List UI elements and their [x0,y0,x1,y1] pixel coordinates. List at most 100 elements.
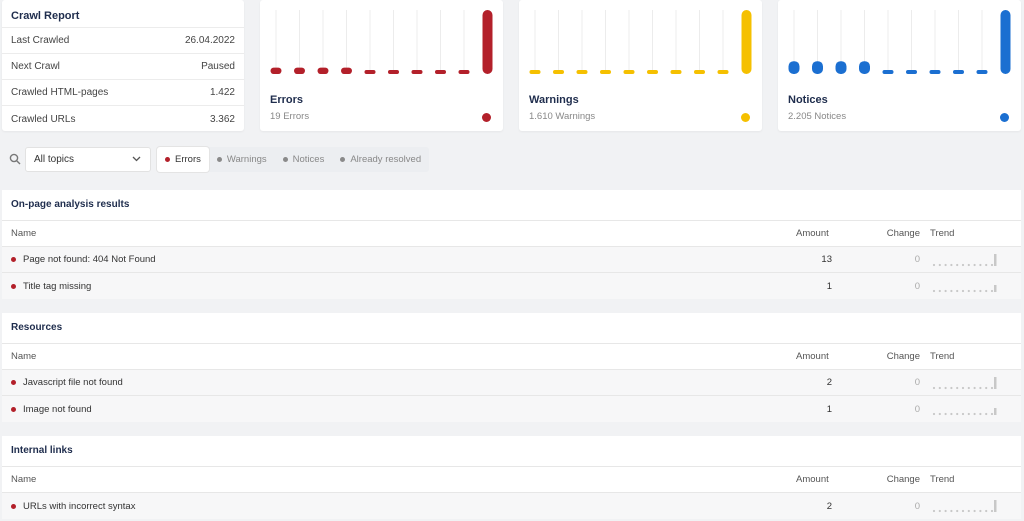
trend-dot [985,289,988,293]
warnings-card[interactable]: Warnings 1.610 Warnings [519,0,762,131]
header-amount[interactable]: Amount [772,228,832,239]
trend-bar [994,376,997,389]
crawl-report-card: Crawl Report Last Crawled 26.04.2022 Nex… [2,0,244,131]
errors-color-dot [482,113,491,122]
table-header: Name Amount Change Trend [2,467,1021,493]
sparkline-bar [435,70,446,74]
crawl-row-value: 26.04.2022 [184,35,235,46]
row-change: 0 [914,377,920,388]
table-header: Name Amount Change Trend [2,344,1021,370]
warnings-card-title: Warnings [529,94,579,106]
trend-dot [990,289,994,293]
crawl-report-title: Crawl Report [2,0,244,28]
trend-dot [961,412,965,416]
notices-card-title: Notices [788,94,828,106]
trend-dot [985,263,988,266]
trend-dot [944,289,947,293]
header-amount[interactable]: Amount [772,351,832,362]
filter-errors[interactable]: Errors [157,147,209,172]
warnings-color-dot [741,113,750,122]
filter-notices[interactable]: Notices [275,147,333,172]
notices-color-dot [1000,113,1009,122]
trend-dot [938,386,941,389]
header-change[interactable]: Change [832,228,920,239]
error-dot [11,257,16,262]
filter-dot [216,157,222,162]
table-row[interactable]: Page not found: 404 Not Found 13 0 [2,247,1021,273]
sparkline-bar [882,70,894,74]
trend-dot [961,386,965,389]
trend-dot [944,263,947,266]
trend-dot [938,412,941,416]
sparkline-bar [788,61,800,74]
error-dot [11,406,16,412]
filter-warnings[interactable]: Warnings [209,147,275,172]
section-title: On-page analysis results [2,190,1021,221]
trend-dot [950,386,953,389]
trend-bar [994,285,997,292]
trend-dot [985,386,988,389]
trend-dot [956,289,959,293]
section-internal-links: Internal links Name Amount Change Trend … [2,436,1021,519]
warnings-card-count: 1.610 Warnings [529,111,596,122]
trend-dot [932,289,936,293]
header-name[interactable]: Name [2,474,772,485]
table-row[interactable]: URLs with incorrect syntax 2 0 [2,493,1021,519]
trend-dot [990,263,994,266]
trend-dot [932,263,936,266]
table-row[interactable]: Javascript file not found 2 0 [2,370,1021,396]
trend-dot [932,412,936,416]
header-name[interactable]: Name [2,351,772,362]
sparkline-bar [623,70,635,74]
filter-label: Notices [292,154,325,165]
trend-dot [973,386,976,389]
trend-bar [994,253,997,266]
header-change[interactable]: Change [832,474,920,485]
crawl-row-urls: Crawled URLs 3.362 [2,106,244,132]
row-name-cell: Image not found [2,404,772,415]
crawl-row-value: 1.422 [209,87,235,98]
trend-dot [979,386,982,389]
error-dot [11,283,16,289]
search-icon[interactable] [9,153,21,165]
header-name[interactable]: Name [2,228,772,239]
row-change: 0 [914,280,920,292]
trend-dot [950,263,953,266]
sparkline-bar [270,67,282,74]
trend-dot [961,263,965,266]
sparkline-bar [906,70,917,74]
crawl-row-html-pages: Crawled HTML-pages 1.422 [2,80,244,106]
row-change: 0 [914,254,920,265]
trend-dot [961,289,965,293]
errors-card-title: Errors [270,94,304,106]
table-header: Name Amount Change Trend [2,221,1021,247]
header-trend: Trend [930,228,955,239]
sparkline-bar [1000,10,1011,74]
trend-dot [990,509,994,513]
errors-card[interactable]: Errors 19 Errors [260,0,503,131]
trend-dot [990,412,994,416]
trend-dot [967,509,970,513]
filter-already-resolved[interactable]: Already resolved [332,147,429,172]
trend-bar [994,408,997,415]
row-amount: 13 [821,254,832,265]
trend-dot [944,386,947,389]
sparkline-bar [670,70,682,74]
row-name: Title tag missing [23,280,92,292]
sparkline-bar [741,10,752,74]
trend-dot [938,289,941,293]
table-row[interactable]: Image not found 1 0 [2,396,1021,422]
header-trend: Trend [930,351,955,362]
topic-select[interactable]: All topics [25,147,151,172]
header-change[interactable]: Change [832,351,920,362]
filter-dot [165,157,170,162]
notices-card[interactable]: Notices 2.205 Notices [778,0,1021,131]
trend-dot [985,412,988,416]
sparkline-bar [411,70,423,74]
header-amount[interactable]: Amount [772,474,832,485]
table-row[interactable]: Title tag missing 1 0 [2,273,1021,299]
trend-dot [985,509,988,513]
trend-dot [973,412,976,416]
header-trend: Trend [930,474,955,485]
error-dot [11,503,16,509]
